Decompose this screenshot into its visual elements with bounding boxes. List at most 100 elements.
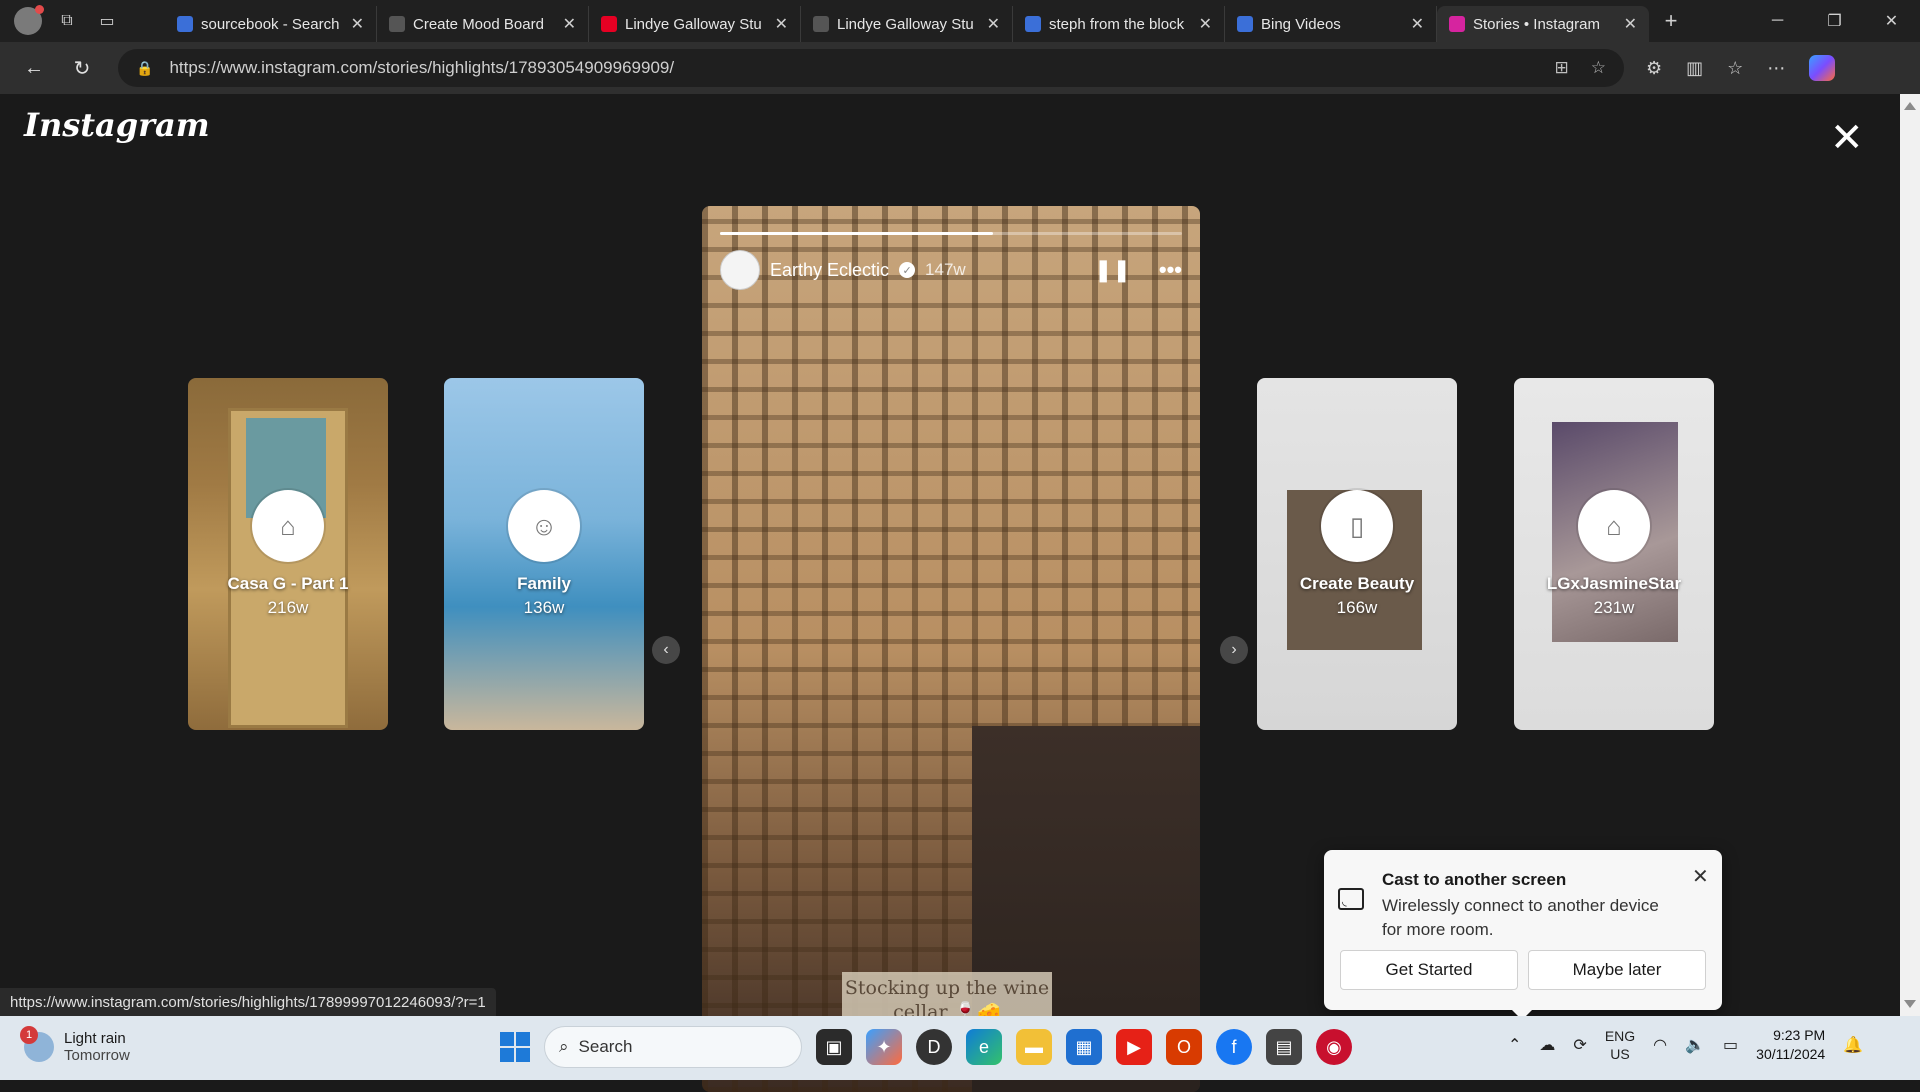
minimize-button[interactable]: ─ [1749,0,1806,42]
notification-bell-icon[interactable]: 🔔 [1843,1035,1863,1055]
tab-actions-icon[interactable]: ▭ [92,6,122,36]
close-stories-button[interactable]: ✕ [1830,118,1864,158]
next-story-button[interactable]: › [1220,636,1248,664]
start-button[interactable] [500,1032,530,1062]
task-view-icon[interactable]: ▣ [816,1029,852,1065]
windows-taskbar: 1 Light rain Tomorrow ⌕ Search ▣ ✦ D e ▬… [0,1016,1920,1080]
favorites-icon[interactable]: ☆ [1727,58,1743,79]
cast-popup-close-icon[interactable]: ✕ [1692,864,1709,889]
tab-title: Lindye Galloway Stu [625,15,762,33]
language-indicator[interactable]: ENG US [1605,1027,1635,1063]
current-story[interactable]: Earthy Eclectic ✓ 147w ❚❚ ••• Stocking u… [702,206,1200,1092]
cast-screen-icon: ◟ [1338,888,1364,910]
volume-icon[interactable]: 🔈 [1685,1035,1705,1055]
family-icon: ☺ [530,510,558,541]
file-explorer-icon[interactable]: ▬ [1016,1029,1052,1065]
story-title: Create Beauty [1299,574,1415,593]
browser-tab[interactable]: Create Mood Board ✕ [377,6,589,42]
lock-icon[interactable]: 🔒 [136,60,153,77]
house-icon: ⌂ [280,510,296,541]
browser-tab[interactable]: sourcebook - Search ✕ [165,6,377,42]
new-tab-button[interactable]: + [1649,3,1693,39]
instagram-logo[interactable]: Instagram [24,106,210,144]
cast-popup-description: Wirelessly connect to another device for… [1382,896,1659,939]
back-button[interactable]: ← [12,50,56,86]
edge-icon[interactable]: e [966,1029,1002,1065]
story-author-name[interactable]: Earthy Eclectic [770,260,889,281]
pause-icon[interactable]: ❚❚ [1094,257,1131,283]
browser-tab-strip: ⧉ ▭ sourcebook - Search ✕ Create Mood Boar… [0,0,1920,42]
restore-button[interactable]: ❐ [1806,0,1863,42]
browser-tab[interactable]: Stories • Instagram ✕ [1437,6,1649,42]
taskbar-search[interactable]: ⌕ Search [544,1026,802,1068]
tab-close-icon[interactable]: ✕ [987,14,1000,34]
workspaces-icon[interactable]: ⧉ [52,6,82,36]
browser-tab[interactable]: Bing Videos ✕ [1225,6,1437,42]
dell-icon[interactable]: D [916,1029,952,1065]
chevron-up-icon[interactable]: ⌃ [1508,1035,1521,1055]
copilot-app-icon[interactable]: ✦ [866,1029,902,1065]
get-started-button[interactable]: Get Started [1340,950,1518,990]
story-author-avatar[interactable] [720,250,760,290]
scroll-down-icon[interactable] [1904,1000,1916,1008]
media-app-icon[interactable]: ▤ [1266,1029,1302,1065]
story-header: Earthy Eclectic ✓ 147w ❚❚ ••• [720,250,1182,290]
story-card-create-beauty[interactable]: ▯ Create Beauty 166w [1257,378,1457,730]
extensions-icon[interactable]: ⚙ [1646,58,1662,79]
tab-close-icon[interactable]: ✕ [1411,14,1424,34]
split-screen-icon[interactable]: ▥ [1686,58,1703,79]
tab-close-icon[interactable]: ✕ [563,14,576,34]
tab-title: steph from the block [1049,15,1185,33]
tab-title: Bing Videos [1261,15,1341,33]
rain-cloud-icon: 1 [20,1026,54,1062]
more-menu-icon[interactable]: ⋯ [1767,58,1785,79]
tab-close-icon[interactable]: ✕ [1624,14,1637,34]
refresh-button[interactable]: ↻ [60,50,104,86]
profile-avatar[interactable] [14,5,44,35]
browser-tab[interactable]: Lindye Galloway Stu ✕ [589,6,801,42]
window-controls: ─ ❐ ✕ [1749,0,1920,42]
sync-icon[interactable]: ⟳ [1573,1035,1586,1055]
story-title: Casa G - Part 1 [227,574,349,593]
browser-toolbar: ← ↻ 🔒 https://www.instagram.com/stories/… [0,42,1920,94]
favorite-star-icon[interactable]: ☆ [1591,58,1606,78]
microsoft-store-icon[interactable]: ▦ [1066,1029,1102,1065]
onedrive-icon[interactable]: ☁ [1539,1035,1555,1055]
security-app-icon[interactable]: ◉ [1316,1029,1352,1065]
office-icon[interactable]: O [1166,1029,1202,1065]
tab-favicon-icon [1237,16,1253,32]
story-card-family[interactable]: ☺ Family 136w [444,378,644,730]
browser-tab[interactable]: steph from the block ✕ [1013,6,1225,42]
more-options-icon[interactable]: ••• [1159,257,1182,283]
youtube-icon[interactable]: ▶ [1116,1029,1152,1065]
story-age: 136w [523,598,565,617]
battery-icon[interactable]: ▭ [1723,1035,1738,1055]
story-card-lgxjasminestar[interactable]: ⌂ LGxJasmineStar 231w [1514,378,1714,730]
tab-favicon-icon [1025,16,1041,32]
facebook-icon[interactable]: f [1216,1029,1252,1065]
url-text[interactable]: https://www.instagram.com/stories/highli… [169,58,1538,78]
tab-close-icon[interactable]: ✕ [775,14,788,34]
tab-title: Stories • Instagram [1473,15,1600,33]
story-avatar: ⌂ [252,490,324,562]
wifi-icon[interactable]: ◠ [1653,1035,1667,1055]
taskbar-search-label: Search [578,1037,633,1056]
page-scrollbar[interactable] [1900,94,1920,1016]
app-available-icon[interactable]: ⊞ [1555,58,1569,78]
close-window-button[interactable]: ✕ [1863,0,1920,42]
tab-close-icon[interactable]: ✕ [351,14,364,34]
copilot-icon[interactable] [1809,55,1836,81]
tab-close-icon[interactable]: ✕ [1199,14,1212,34]
story-card-casa-g[interactable]: ⌂ Casa G - Part 1 216w [188,378,388,730]
maybe-later-button[interactable]: Maybe later [1528,950,1706,990]
tab-favicon-icon [1449,16,1465,32]
scroll-up-icon[interactable] [1904,102,1916,110]
tab-strip-left-controls: ⧉ ▭ [0,5,165,36]
clock[interactable]: 9:23 PM 30/11/2024 [1756,1026,1825,1064]
notification-badge: 1 [20,1026,38,1044]
browser-tab[interactable]: Lindye Galloway Stu ✕ [801,6,1013,42]
previous-story-button[interactable]: ‹ [652,636,680,664]
weather-widget[interactable]: 1 Light rain Tomorrow [20,1026,130,1064]
toolbar-right-actions: ⚙ ▥ ☆ ⋯ [1646,55,1836,81]
address-bar[interactable]: 🔒 https://www.instagram.com/stories/high… [118,49,1624,87]
